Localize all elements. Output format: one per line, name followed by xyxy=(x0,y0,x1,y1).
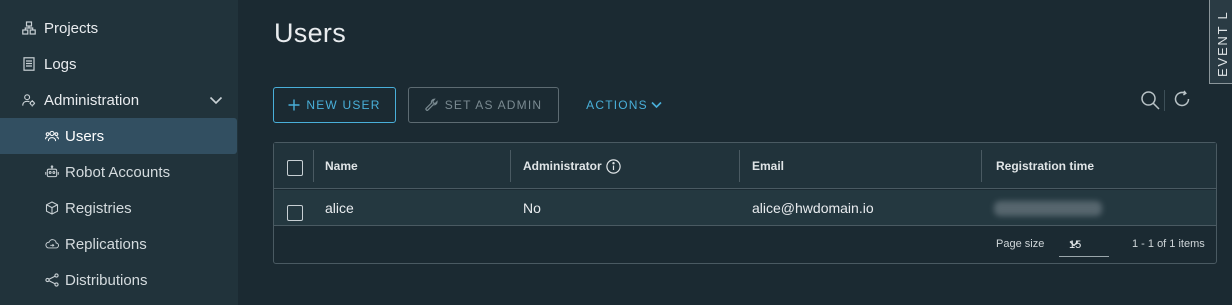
column-header-email[interactable]: Email xyxy=(752,143,784,189)
sidebar: Projects Logs Administration Users Robot… xyxy=(0,0,238,305)
cube-icon xyxy=(45,201,59,215)
select-all-checkbox[interactable] xyxy=(287,160,303,176)
column-header-administrator[interactable]: Administrator xyxy=(523,143,621,189)
sidebar-item-replications[interactable]: Replications xyxy=(0,226,237,262)
wrench-icon xyxy=(425,98,439,112)
nav-projects[interactable]: Projects xyxy=(0,10,237,46)
cell-registration-time-redacted xyxy=(994,201,1102,216)
pagination-count: 1 - 1 of 1 items xyxy=(1132,238,1205,250)
page-size-label: Page size xyxy=(996,238,1045,250)
column-header-registration-time[interactable]: Registration time xyxy=(996,143,1094,189)
table-header: Name Administrator Email Registration ti… xyxy=(274,143,1216,189)
page-title: Users xyxy=(274,18,347,48)
column-header-name[interactable]: Name xyxy=(325,143,358,189)
event-log-tab[interactable]: EVENT L xyxy=(1209,0,1232,84)
cloud-icon xyxy=(45,237,59,251)
column-header-label: Administrator xyxy=(523,159,602,173)
sidebar-item-label: Distributions xyxy=(65,271,148,289)
column-separator xyxy=(313,150,314,182)
page-size-select[interactable]: 15 xyxy=(1059,231,1109,257)
sidebar-item-label: Replications xyxy=(65,235,147,253)
column-separator xyxy=(510,150,511,182)
actions-label: ACTIONS xyxy=(586,98,648,112)
toolbar-divider xyxy=(1164,90,1165,111)
sidebar-item-registries[interactable]: Registries xyxy=(0,190,237,226)
sidebar-item-label: Registries xyxy=(65,199,132,217)
event-log-label: EVENT L xyxy=(1215,10,1230,77)
sidebar-item-distributions[interactable]: Distributions xyxy=(0,262,237,298)
cell-email: alice@hwdomain.io xyxy=(752,200,874,216)
info-icon[interactable] xyxy=(605,158,621,174)
column-separator xyxy=(981,150,982,182)
sidebar-item-users[interactable]: Users xyxy=(0,118,237,154)
new-user-label: NEW USER xyxy=(306,98,381,112)
nav-logs[interactable]: Logs xyxy=(0,46,237,82)
users-icon xyxy=(45,129,59,143)
column-separator xyxy=(739,150,740,182)
table-row[interactable]: alice No alice@hwdomain.io xyxy=(274,190,1216,226)
nav-administration-label: Administration xyxy=(44,91,140,109)
search-icon[interactable] xyxy=(1140,90,1160,110)
cell-name: alice xyxy=(325,200,354,216)
nav-logs-label: Logs xyxy=(44,55,77,73)
nav-administration[interactable]: Administration xyxy=(0,82,237,118)
share-icon xyxy=(45,273,59,287)
set-as-admin-button[interactable]: SET AS ADMIN xyxy=(408,87,559,123)
nav-projects-label: Projects xyxy=(44,19,99,37)
plus-icon xyxy=(288,99,300,111)
row-checkbox[interactable] xyxy=(287,205,303,221)
admin-icon xyxy=(22,93,36,107)
chevron-down-icon[interactable] xyxy=(209,93,223,107)
sidebar-item-robot-accounts[interactable]: Robot Accounts xyxy=(0,154,237,190)
cell-administrator: No xyxy=(523,200,541,216)
chevron-down-icon xyxy=(651,101,662,109)
actions-dropdown[interactable]: ACTIONS xyxy=(578,87,670,123)
set-as-admin-label: SET AS ADMIN xyxy=(444,98,543,112)
users-table: Name Administrator Email Registration ti… xyxy=(273,142,1217,264)
logs-icon xyxy=(22,57,36,71)
robot-icon xyxy=(45,165,59,179)
sidebar-item-label: Users xyxy=(65,127,105,145)
table-footer: Page size 15 1 - 1 of 1 items xyxy=(274,227,1216,263)
projects-icon xyxy=(22,21,36,35)
chevron-down-icon xyxy=(1069,240,1103,247)
sidebar-item-label: Robot Accounts xyxy=(65,163,171,181)
refresh-icon[interactable] xyxy=(1173,90,1191,108)
new-user-button[interactable]: NEW USER xyxy=(273,87,396,123)
